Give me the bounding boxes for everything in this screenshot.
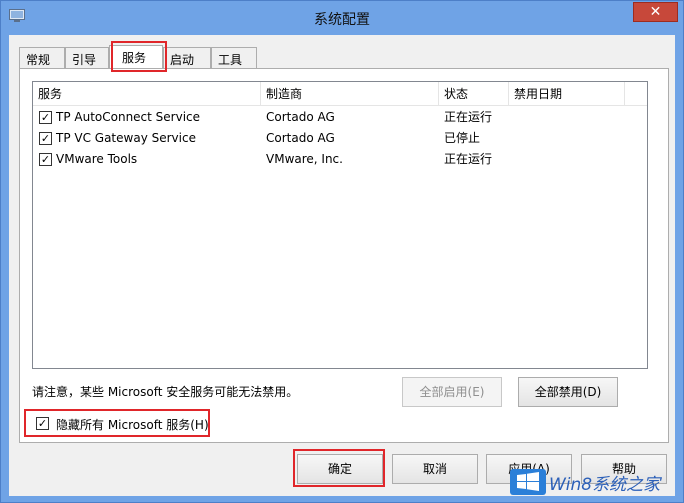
service-checkbox[interactable]: ✓ [39,153,52,166]
service-vendor: VMware, Inc. [266,152,343,166]
service-status: 正在运行 [444,110,493,124]
ok-button[interactable]: 确定 [297,454,383,484]
system-config-window: 系统配置 ✕ 常规 引导 服务 启动 工具 服务 制造商 状态 禁用日期 ✓ T… [0,0,684,503]
table-row[interactable]: ✓ TP VC Gateway Service Cortado AG 已停止 [33,128,647,149]
hide-microsoft-services-checkbox[interactable]: ✓ [36,417,49,430]
column-header-disabled-date[interactable]: 禁用日期 [509,82,625,106]
window-title: 系统配置 [314,12,370,28]
hide-microsoft-services-label: 隐藏所有 Microsoft 服务(H) [56,418,209,432]
dialog-client-area: 常规 引导 服务 启动 工具 服务 制造商 状态 禁用日期 ✓ TP AutoC… [9,35,675,496]
service-checkbox[interactable]: ✓ [39,111,52,124]
enable-all-button[interactable]: 全部启用(E) [402,377,502,407]
services-tab-panel: 服务 制造商 状态 禁用日期 ✓ TP AutoConnect Service … [19,68,669,443]
service-vendor: Cortado AG [266,110,335,124]
windows-logo-icon [509,468,547,496]
column-header-vendor[interactable]: 制造商 [261,82,439,106]
tab-startup[interactable]: 启动 [163,47,211,69]
site-watermark: Win8系统之家 [509,466,679,498]
cancel-button[interactable]: 取消 [392,454,478,484]
watermark-text: Win8系统之家 [549,475,661,495]
services-list[interactable]: 服务 制造商 状态 禁用日期 ✓ TP AutoConnect Service … [32,81,648,369]
tab-general[interactable]: 常规 [19,47,65,69]
service-status: 正在运行 [444,152,493,166]
column-header-status[interactable]: 状态 [439,82,509,106]
service-name: VMware Tools [56,152,138,166]
close-button[interactable]: ✕ [633,2,678,22]
tab-boot[interactable]: 引导 [65,47,109,69]
tab-tools[interactable]: 工具 [211,47,257,69]
tab-services[interactable]: 服务 [109,45,163,70]
title-bar[interactable]: 系统配置 ✕ [1,1,683,35]
service-checkbox[interactable]: ✓ [39,132,52,145]
service-vendor: Cortado AG [266,131,335,145]
service-name: TP AutoConnect Service [56,110,201,124]
security-services-note: 请注意，某些 Microsoft 安全服务可能无法禁用。 [32,385,299,399]
service-status: 已停止 [444,131,481,145]
table-row[interactable]: ✓ VMware Tools VMware, Inc. 正在运行 [33,149,647,170]
service-name: TP VC Gateway Service [56,131,196,145]
column-header-service[interactable]: 服务 [33,82,261,106]
table-row[interactable]: ✓ TP AutoConnect Service Cortado AG 正在运行 [33,107,647,128]
disable-all-button[interactable]: 全部禁用(D) [518,377,618,407]
list-header: 服务 制造商 状态 禁用日期 [33,82,647,106]
